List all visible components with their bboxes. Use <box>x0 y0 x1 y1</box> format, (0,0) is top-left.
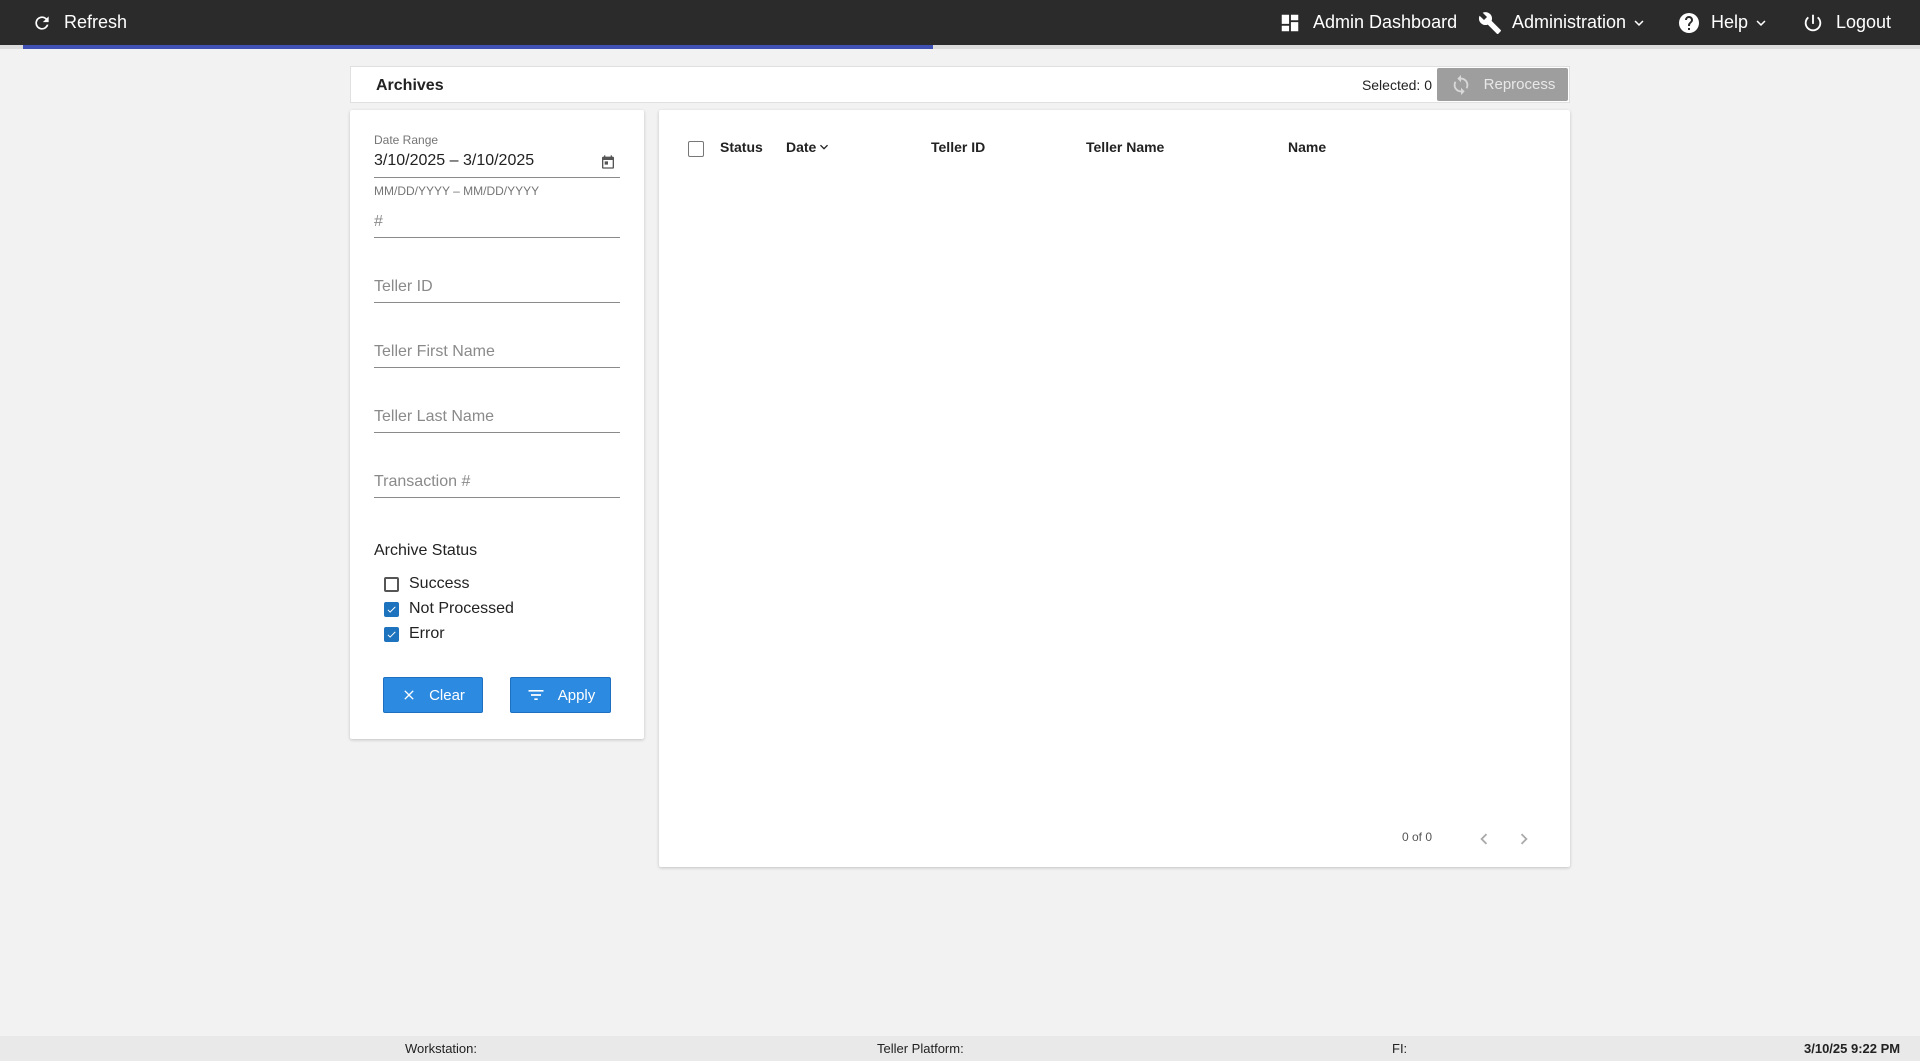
status-option-label: Error <box>409 625 445 642</box>
teller-id-field <box>374 271 620 305</box>
admin-dashboard-link[interactable]: Admin Dashboard <box>1279 0 1457 45</box>
loading-progress-bar <box>0 45 1920 49</box>
help-menu[interactable]: Help <box>1677 0 1770 45</box>
archive-status-heading: Archive Status <box>374 542 478 559</box>
administration-menu[interactable]: Administration <box>1478 0 1648 45</box>
teller-first-name-field <box>374 336 620 370</box>
help-label: Help <box>1711 12 1749 32</box>
archives-header-card: Archives Selected: 0 Reprocess <box>350 66 1570 103</box>
date-range-input[interactable]: 3/10/2025 – 3/10/2025 <box>374 152 534 170</box>
check-icon <box>387 631 396 638</box>
apply-button[interactable]: Apply <box>510 677 611 713</box>
selected-count: Selected: 0 <box>1361 77 1432 93</box>
column-header-label: Name <box>1288 139 1327 155</box>
teller-id-input[interactable] <box>374 271 620 303</box>
teller-last-name-input[interactable] <box>374 401 620 433</box>
column-header-label: Date <box>786 139 817 155</box>
clear-button[interactable]: Clear <box>383 677 483 713</box>
logout-button[interactable]: Logout <box>1802 0 1891 45</box>
column-header-date[interactable]: Date <box>786 139 832 155</box>
status-option-label: Not Processed <box>409 600 514 617</box>
footer-datetime: 3/10/25 9:22 PM <box>1804 1041 1901 1056</box>
error-checkbox[interactable] <box>384 626 399 642</box>
top-navigation-bar: Refresh Admin Dashboard Administration H… <box>0 0 1920 45</box>
column-header-name[interactable]: Name <box>1288 139 1326 155</box>
column-header-teller-name[interactable]: Teller Name <box>1086 139 1164 155</box>
workstation-label: Workstation: <box>405 1041 478 1056</box>
column-header-status[interactable]: Status <box>720 139 763 155</box>
filter-list-icon <box>528 690 544 700</box>
column-header-label: Status <box>720 139 763 155</box>
status-option-success[interactable]: Success <box>384 575 469 593</box>
sort-arrow-down-icon <box>820 144 829 150</box>
sync-icon <box>1453 74 1468 95</box>
chevron-right-icon <box>1520 833 1528 845</box>
number-field <box>374 206 620 240</box>
refresh-button[interactable]: Refresh <box>32 0 127 45</box>
wrench-icon <box>1478 11 1501 34</box>
close-icon <box>404 690 414 700</box>
dashboard-icon <box>1281 14 1299 31</box>
not-processed-checkbox[interactable] <box>384 601 399 617</box>
refresh-icon <box>35 15 49 30</box>
column-header-label: Teller ID <box>931 139 986 155</box>
archives-table: Status Date Teller ID Teller Name Name 0… <box>659 110 1570 867</box>
filter-panel: Date Range 3/10/2025 – 3/10/2025 MM/DD/Y… <box>350 110 644 739</box>
column-header-teller-id[interactable]: Teller ID <box>931 139 985 155</box>
page-title: Archives <box>376 77 444 94</box>
transaction-number-field <box>374 466 620 500</box>
transaction-number-input[interactable] <box>374 466 620 498</box>
teller-platform-label: Teller Platform: <box>877 1041 964 1056</box>
calendar-icon[interactable] <box>600 154 616 170</box>
clear-label: Clear <box>429 686 465 704</box>
number-input[interactable] <box>374 206 620 238</box>
power-icon <box>1804 14 1822 31</box>
chevron-down-icon <box>1756 19 1766 26</box>
chevron-down-icon <box>1634 19 1644 26</box>
date-range-label: Date Range <box>374 133 439 147</box>
apply-label: Apply <box>557 686 596 704</box>
status-option-error[interactable]: Error <box>384 625 445 643</box>
status-option-label: Success <box>409 575 470 592</box>
refresh-label: Refresh <box>64 12 128 32</box>
status-option-not-processed[interactable]: Not Processed <box>384 600 514 618</box>
logout-label: Logout <box>1836 12 1892 32</box>
admin-dashboard-label: Admin Dashboard <box>1313 12 1458 32</box>
teller-first-name-input[interactable] <box>374 336 620 368</box>
fi-label: FI: <box>1392 1041 1408 1056</box>
status-footer: Workstation: Teller Platform: FI: 3/10/2… <box>0 1036 1920 1061</box>
date-range-hint: MM/DD/YYYY – MM/DD/YYYY <box>374 184 540 198</box>
help-circle-icon <box>1679 12 1699 33</box>
column-header-label: Teller Name <box>1086 139 1165 155</box>
check-icon <box>387 606 396 613</box>
select-all-checkbox[interactable] <box>688 141 704 157</box>
next-page-button[interactable] <box>1512 827 1536 851</box>
reprocess-label: Reprocess <box>1483 76 1556 93</box>
date-range-underline <box>374 177 620 178</box>
previous-page-button[interactable] <box>1472 827 1496 851</box>
success-checkbox[interactable] <box>384 576 399 592</box>
chevron-left-icon <box>1480 833 1488 845</box>
teller-last-name-field <box>374 401 620 435</box>
paginator-range-label: 0 of 0 <box>1402 830 1433 844</box>
reprocess-button[interactable]: Reprocess <box>1437 68 1568 101</box>
administration-label: Administration <box>1512 12 1627 32</box>
progress-bar-fill <box>23 45 934 49</box>
